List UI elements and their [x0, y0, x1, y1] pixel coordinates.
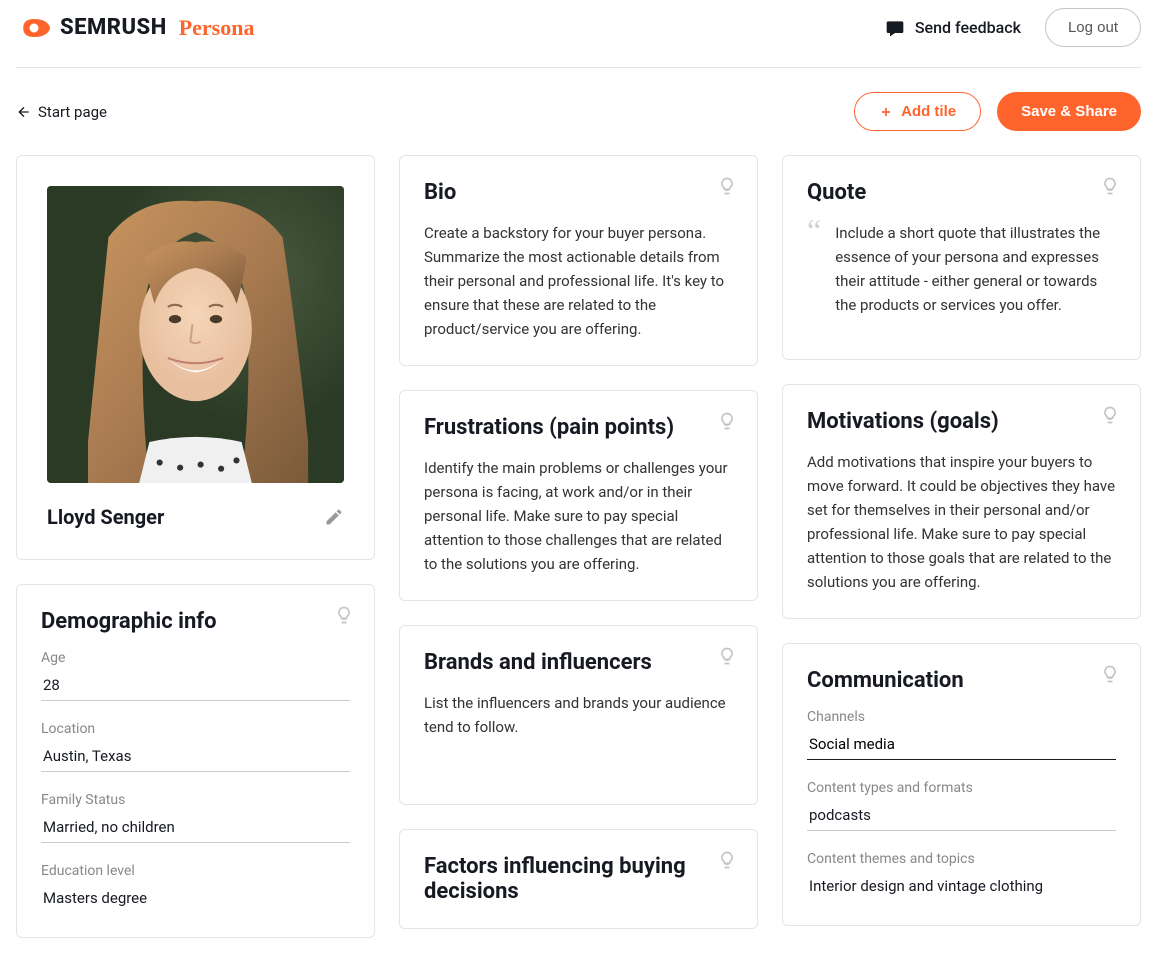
- content-types-value[interactable]: podcasts: [807, 802, 1116, 831]
- age-value[interactable]: 28: [41, 672, 350, 701]
- quote-tile: Quote “ Include a short quote that illus…: [782, 155, 1141, 360]
- themes-label: Content themes and topics: [807, 851, 1116, 867]
- chat-icon: [885, 18, 905, 38]
- frustrations-tile: Frustrations (pain points) Identify the …: [399, 390, 758, 601]
- bio-title: Bio: [424, 180, 733, 205]
- add-tile-label: Add tile: [901, 103, 956, 120]
- brands-body[interactable]: List the influencers and brands your aud…: [424, 691, 733, 739]
- channels-label: Channels: [807, 709, 1116, 725]
- motivations-title: Motivations (goals): [807, 409, 1116, 434]
- themes-value[interactable]: Interior design and vintage clothing: [807, 873, 1116, 901]
- frustrations-body[interactable]: Identify the main problems or challenges…: [424, 456, 733, 576]
- factors-tile: Factors influencing buying decisions: [399, 829, 758, 929]
- logo[interactable]: SEMRUSH Persona: [16, 14, 254, 42]
- header: SEMRUSH Persona Send feedback Log out: [16, 0, 1141, 68]
- bio-tile: Bio Create a backstory for your buyer pe…: [399, 155, 758, 366]
- lightbulb-icon[interactable]: [1100, 664, 1120, 684]
- location-value[interactable]: Austin, Texas: [41, 743, 350, 772]
- bio-body[interactable]: Create a backstory for your buyer person…: [424, 221, 733, 341]
- lightbulb-icon[interactable]: [1100, 176, 1120, 196]
- lightbulb-icon[interactable]: [717, 176, 737, 196]
- save-share-button[interactable]: Save & Share: [997, 92, 1141, 131]
- demographic-title: Demographic info: [41, 609, 350, 634]
- communication-title: Communication: [807, 668, 1116, 693]
- persona-name: Lloyd Senger: [47, 505, 164, 529]
- flame-icon: [16, 14, 52, 42]
- tiles-grid: Lloyd Senger Demographic info Age 28 Loc: [16, 155, 1141, 978]
- family-value[interactable]: Married, no children: [41, 814, 350, 843]
- frustrations-title: Frustrations (pain points): [424, 415, 733, 440]
- channels-input[interactable]: [807, 731, 1116, 760]
- logout-button[interactable]: Log out: [1045, 8, 1141, 47]
- communication-tile: Communication Channels Content types and…: [782, 643, 1141, 926]
- lightbulb-icon[interactable]: [717, 850, 737, 870]
- demographic-tile: Demographic info Age 28 Location Austin,…: [16, 584, 375, 938]
- brand-main-text: SEMRUSH: [60, 15, 167, 40]
- motivations-tile: Motivations (goals) Add motivations that…: [782, 384, 1141, 619]
- brands-tile: Brands and influencers List the influenc…: [399, 625, 758, 805]
- lightbulb-icon[interactable]: [334, 605, 354, 625]
- avatar[interactable]: [47, 186, 344, 483]
- profile-tile: Lloyd Senger: [16, 155, 375, 560]
- feedback-label: Send feedback: [915, 18, 1021, 37]
- factors-title: Factors influencing buying decisions: [424, 854, 733, 904]
- quote-body[interactable]: Include a short quote that illustrates t…: [835, 221, 1116, 317]
- start-page-label: Start page: [38, 103, 107, 121]
- plus-icon: [879, 105, 893, 119]
- age-label: Age: [41, 650, 350, 666]
- arrow-left-icon: [16, 104, 32, 120]
- lightbulb-icon[interactable]: [717, 646, 737, 666]
- lightbulb-icon[interactable]: [717, 411, 737, 431]
- brand-sub-text: Persona: [179, 15, 255, 41]
- education-value[interactable]: Masters degree: [41, 885, 350, 913]
- brands-title: Brands and influencers: [424, 650, 733, 675]
- location-label: Location: [41, 721, 350, 737]
- send-feedback-button[interactable]: Send feedback: [885, 18, 1021, 38]
- add-tile-button[interactable]: Add tile: [854, 92, 981, 131]
- edit-icon[interactable]: [324, 507, 344, 527]
- lightbulb-icon[interactable]: [1100, 405, 1120, 425]
- education-label: Education level: [41, 863, 350, 879]
- motivations-body[interactable]: Add motivations that inspire your buyers…: [807, 450, 1116, 594]
- start-page-link[interactable]: Start page: [16, 103, 107, 121]
- quote-title: Quote: [807, 180, 1116, 205]
- family-label: Family Status: [41, 792, 350, 808]
- content-types-label: Content types and formats: [807, 780, 1116, 796]
- quote-mark-icon: “: [807, 221, 821, 317]
- subheader: Start page Add tile Save & Share: [16, 68, 1141, 155]
